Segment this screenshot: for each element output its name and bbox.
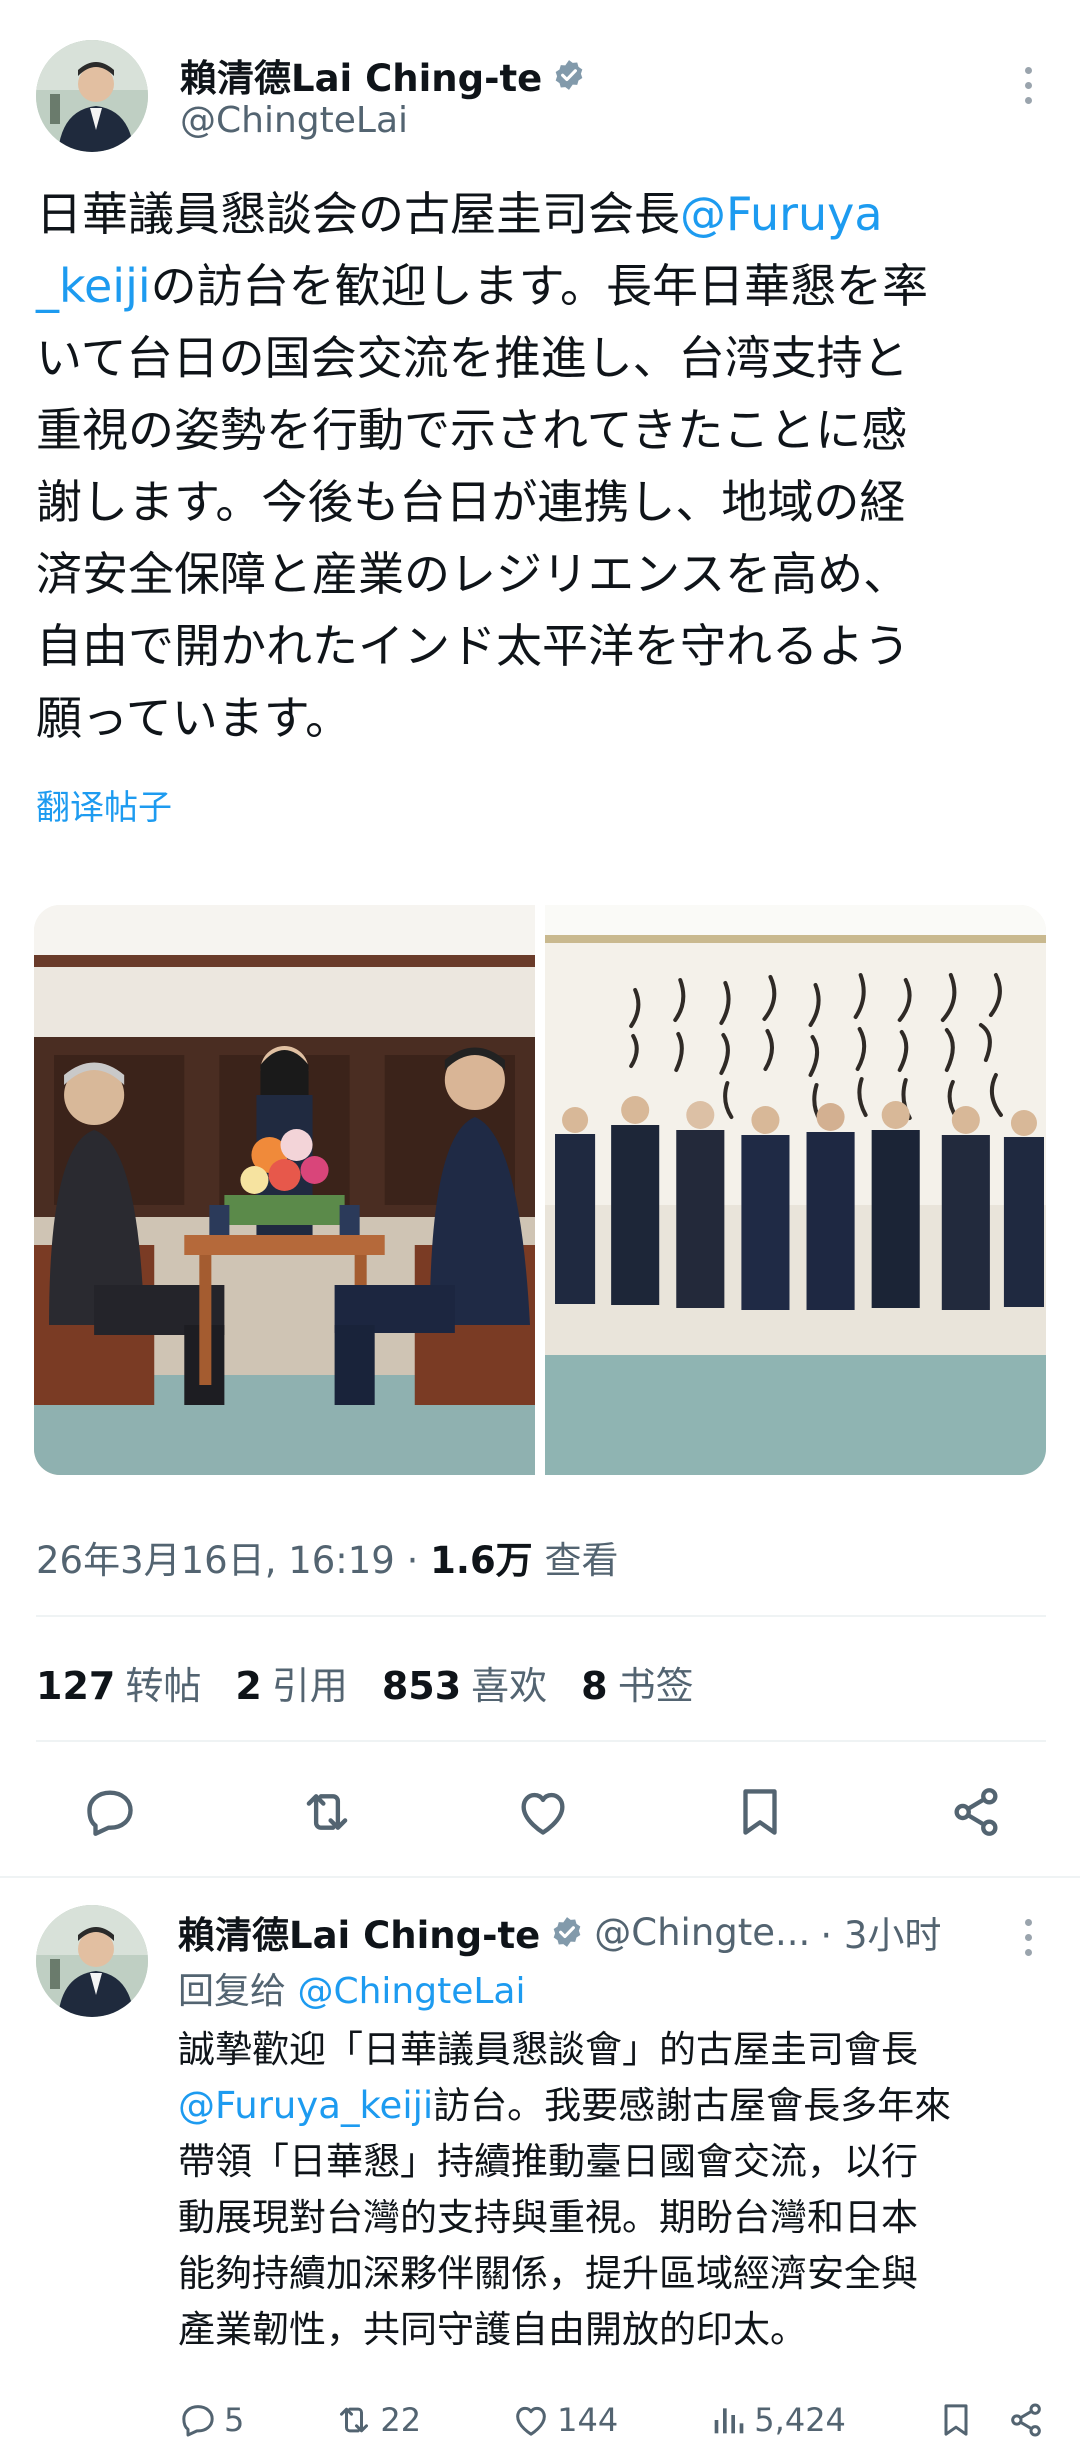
reply-text-line: 帶領「日華懇」持續推動臺日國會交流，以行: [178, 2140, 918, 2183]
repost-icon: [340, 2407, 369, 2433]
reply-text-line: 動展現對台灣的支持與重視。期盼台灣和日本: [178, 2196, 918, 2239]
tweet-text-line: 日華議員懇談会の古屋圭司会長@Furuya: [36, 178, 1046, 250]
views-chart-icon: [714, 2408, 744, 2434]
translate-post-link[interactable]: 翻译帖子: [36, 780, 172, 829]
avatar[interactable]: [36, 1905, 148, 2017]
media-gallery: [34, 905, 1046, 1475]
reply-text-line: 產業韌性，共同守護自由開放的印太。: [178, 2308, 807, 2351]
tweet-meta: 26年3月16日, 16:19 · 1.6万 查看: [36, 1530, 618, 1584]
text-segment: 訪台。我要感謝古屋會長多年來: [433, 2084, 952, 2127]
avatar-image: [36, 1905, 148, 2017]
more-options-icon[interactable]: [1008, 1912, 1048, 1962]
likes-label: 喜欢: [471, 1664, 548, 1708]
mention-link[interactable]: @Furuya: [680, 187, 883, 241]
tweet-text-line: 自由で開かれたインド太平洋を守れるよう: [36, 619, 910, 673]
tweet-text-line: 済安全保障と産業のレジリエンスを高め、: [36, 547, 910, 601]
author-handle[interactable]: @ChingteLai: [180, 100, 408, 141]
reply-author-handle[interactable]: @Chingte...: [594, 1911, 810, 1954]
reply-bookmark-button[interactable]: [936, 2400, 976, 2440]
verified-badge-icon: [553, 1917, 581, 1947]
stat-bookmarks[interactable]: 8 书签: [581, 1655, 693, 1710]
tweet-text-line: 謝します。今後も台日が連携し、地域の経: [36, 475, 906, 529]
reply-icon: [182, 2405, 214, 2437]
stat-quotes[interactable]: 2 引用: [235, 1655, 347, 1710]
text-segment: 日華議員懇談会の古屋圭司会長: [36, 187, 680, 241]
stat-reposts[interactable]: 127 转帖: [36, 1655, 201, 1710]
reposts-count: 127: [36, 1664, 116, 1708]
tweet-actions: [36, 1772, 1046, 1852]
reply-repost-button[interactable]: 22: [334, 2400, 421, 2440]
reply-icon[interactable]: [80, 1782, 140, 1842]
photo-meeting[interactable]: [34, 905, 535, 1475]
like-heart-icon: [516, 2406, 547, 2436]
author-name-text: 賴清德Lai Ching-te: [180, 57, 543, 100]
reply-to-prefix: 回复给: [178, 1971, 298, 2012]
likes-count: 853: [381, 1664, 462, 1708]
reply-replies-count: 5: [224, 2401, 245, 2439]
reply-views-count: 5,424: [754, 2401, 846, 2439]
share-icon[interactable]: [946, 1782, 1006, 1842]
text-segment: の訪台を歓迎します。長年日華懇を率: [150, 259, 929, 313]
mention-link[interactable]: @Furuya_keiji: [178, 2084, 433, 2127]
like-heart-icon[interactable]: [513, 1782, 573, 1842]
tweet-text: 日華議員懇談会の古屋圭司会長@Furuya _keijiの訪台を歓迎します。長年…: [36, 178, 1046, 754]
avatar-image: [36, 40, 148, 152]
quotes-count: 2: [235, 1664, 262, 1708]
reply-time[interactable]: · 3小时: [820, 1905, 941, 1959]
divider: [36, 1740, 1046, 1742]
reply-replies-button[interactable]: 5: [178, 2400, 244, 2440]
reply-extra-actions: [936, 2400, 1046, 2440]
tweet-text-line: 重視の姿勢を行動で示されてきたことに感: [36, 403, 908, 457]
main-tweet: 賴清德Lai Ching-te @ChingteLai 日華議員懇談会の古屋圭司…: [0, 0, 1080, 1880]
reply-actions: 5 22 144 5,424: [178, 2395, 1046, 2445]
group-photo-image: [545, 905, 1046, 1475]
reposts-label: 转帖: [125, 1664, 202, 1708]
reply-views-button[interactable]: 5,424: [708, 2400, 846, 2440]
reply-header: 賴清德Lai Ching-te @Chingte... · 3小时: [178, 1905, 941, 1959]
reply-author-name[interactable]: 賴清德Lai Ching-te: [178, 1905, 540, 1959]
share-icon: [1011, 2403, 1041, 2437]
reply-like-button[interactable]: 144: [511, 2400, 618, 2440]
reply-likes-count: 144: [557, 2401, 619, 2439]
author-name[interactable]: 賴清德Lai Ching-te: [180, 48, 586, 102]
twitter-thread-page: 賴清德Lai Ching-te @ChingteLai 日華議員懇談会の古屋圭司…: [0, 0, 1080, 2461]
tweet-text-line: _keijiの訪台を歓迎します。長年日華懇を率: [36, 250, 1046, 322]
bookmarks-count: 8: [581, 1664, 608, 1708]
views-label: 查看: [532, 1539, 619, 1582]
reply-text-line: 誠摯歡迎「日華議員懇談會」的古屋圭司會長: [178, 2028, 918, 2071]
bookmark-icon[interactable]: [730, 1782, 790, 1842]
reply-text-line: @Furuya_keiji訪台。我要感謝古屋會長多年來: [178, 2078, 1048, 2134]
stat-likes[interactable]: 853 喜欢: [382, 1655, 547, 1710]
tweet-text-line: 願っています。: [36, 691, 352, 745]
bookmarks-label: 书签: [617, 1664, 694, 1708]
reply-share-button[interactable]: [1006, 2400, 1046, 2440]
engagement-stats: 127 转帖 2 引用 853 喜欢 8 书签: [36, 1655, 694, 1710]
quotes-label: 引用: [271, 1664, 348, 1708]
views-count: 1.6万: [430, 1539, 533, 1582]
repost-icon[interactable]: [297, 1782, 357, 1842]
mention-link[interactable]: _keiji: [36, 259, 151, 313]
more-options-icon[interactable]: [1008, 60, 1048, 110]
photo-group[interactable]: [545, 905, 1046, 1475]
divider: [36, 1615, 1046, 1617]
verified-badge-icon: [555, 60, 583, 90]
meeting-photo-image: [34, 905, 535, 1475]
tweet-text-line: いて台日の国会交流を推進し、台湾支持と: [36, 331, 909, 385]
reply-text: 誠摯歡迎「日華議員懇談會」的古屋圭司會長 @Furuya_keiji訪台。我要感…: [178, 2022, 1048, 2358]
reply-to-handle[interactable]: @ChingteLai: [297, 1971, 525, 2012]
reply-to-line: 回复给 @ChingteLai: [178, 1962, 525, 2014]
reply-text-line: 能夠持續加深夥伴關係，提升區域經濟安全與: [178, 2252, 918, 2295]
bookmark-icon: [944, 2404, 968, 2436]
thread-separator: [0, 1876, 1080, 1878]
timestamp[interactable]: 26年3月16日, 16:19 ·: [36, 1539, 430, 1582]
avatar[interactable]: [36, 40, 148, 152]
reply-reposts-count: 22: [380, 2401, 422, 2439]
